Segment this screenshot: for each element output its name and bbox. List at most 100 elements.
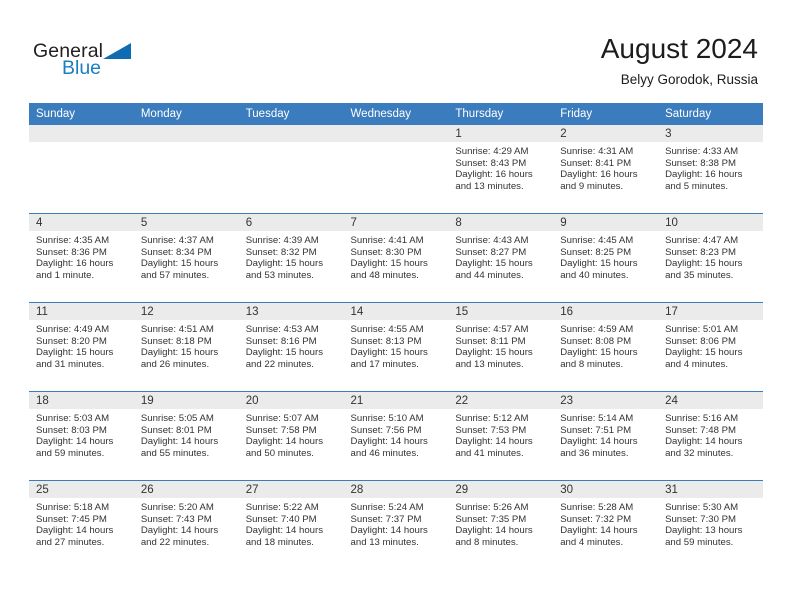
daylight-text-line1: Daylight: 15 hours: [350, 347, 428, 359]
sunrise-text: Sunrise: 5:20 AM: [140, 502, 214, 513]
day-cell-details: Sunrise: 4:33 AM Sunset: 8:38 PM Daylight:…: [658, 142, 763, 192]
calendar-day-cell[interactable]: 20 Sunrise: 5:07 AM Sunset: 7:58 PM Dayligh…: [238, 391, 344, 481]
day-cell-details: Sunrise: 4:47 AM Sunset: 8:23 PM Daylight:…: [658, 231, 763, 281]
daylight-text-line2: and 8 minutes.: [455, 536, 519, 548]
sunset-text: Sunset: 8:23 PM: [665, 246, 736, 258]
daylight-text-line2: and 4 minutes.: [665, 358, 728, 370]
calendar-day-cell[interactable]: 5 Sunrise: 4:37 AM Sunset: 8:34 PM Daylight…: [133, 213, 239, 303]
day-cell-inner: 4 Sunrise: 4:35 AM Sunset: 8:36 PM Daylight…: [29, 214, 134, 302]
sunset-text: Sunset: 8:01 PM: [140, 424, 212, 436]
sunset-text: Sunset: 7:51 PM: [560, 424, 632, 436]
calendar-day-cell[interactable]: 2 Sunrise: 4:31 AM Sunset: 8:41 PM Daylight…: [553, 125, 659, 214]
sunrise-text: Sunrise: 4:59 AM: [560, 324, 634, 335]
calendar-day-cell[interactable]: 31 Sunrise: 5:30 AM Sunset: 7:30 PM Dayligh…: [658, 480, 763, 569]
day-cell-inner: 5 Sunrise: 4:37 AM Sunset: 8:34 PM Daylight…: [133, 214, 239, 302]
sunrise-text: Sunrise: 4:47 AM: [665, 235, 739, 246]
day-cell-details: Sunrise: 5:20 AM Sunset: 7:43 PM Daylight:…: [134, 498, 239, 548]
calendar-day-cell[interactable]: 22 Sunrise: 5:12 AM Sunset: 7:53 PM Dayligh…: [448, 391, 554, 481]
calendar-day-cell[interactable]: 3 Sunrise: 4:33 AM Sunset: 8:38 PM Daylight…: [658, 125, 763, 214]
calendar-day-cell[interactable]: 17 Sunrise: 5:01 AM Sunset: 8:06 PM Dayligh…: [658, 302, 763, 392]
sunset-text: Sunset: 8:30 PM: [350, 246, 422, 258]
daylight-text-line1: Daylight: 14 hours: [245, 436, 324, 448]
calendar-day-cell[interactable]: 13 Sunrise: 4:53 AM Sunset: 8:16 PM Dayligh…: [238, 302, 344, 392]
sunset-text: Sunset: 7:40 PM: [245, 513, 317, 525]
day-number: 3: [658, 125, 763, 142]
daylight-text-line2: and 4 minutes.: [560, 536, 624, 548]
sunrise-text: Sunrise: 5:14 AM: [560, 413, 634, 424]
day-number: 15: [448, 303, 554, 320]
calendar-header-row: Sunday Monday Tuesday Wednesday Thursday…: [29, 103, 763, 125]
sunset-text: Sunset: 7:58 PM: [245, 424, 317, 436]
calendar-day-cell[interactable]: 29 Sunrise: 5:26 AM Sunset: 7:35 PM Dayligh…: [448, 480, 554, 569]
day-cell-details: Sunrise: 4:49 AM Sunset: 8:20 PM Daylight:…: [29, 320, 134, 370]
day-number: [343, 125, 449, 142]
daylight-text-line2: and 46 minutes.: [350, 447, 419, 459]
daylight-text-line2: and 59 minutes.: [665, 536, 734, 548]
daylight-text-line1: Daylight: 14 hours: [140, 436, 219, 448]
sunset-text: Sunset: 7:32 PM: [560, 513, 632, 525]
daylight-text-line1: Daylight: 14 hours: [665, 436, 743, 448]
calendar-day-cell[interactable]: 1 Sunrise: 4:29 AM Sunset: 8:43 PM Daylight…: [448, 125, 554, 214]
weekday-header-monday: Monday: [133, 103, 239, 125]
day-cell-details: Sunrise: 4:41 AM Sunset: 8:30 PM Daylight:…: [344, 231, 449, 281]
day-cell-inner: 2 Sunrise: 4:31 AM Sunset: 8:41 PM Daylight…: [553, 125, 659, 213]
calendar-day-cell[interactable]: 6 Sunrise: 4:39 AM Sunset: 8:32 PM Daylight…: [238, 213, 344, 303]
sunset-text: Sunset: 8:20 PM: [36, 335, 107, 347]
calendar-day-cell[interactable]: 23 Sunrise: 5:14 AM Sunset: 7:51 PM Dayligh…: [553, 391, 659, 481]
sunrise-text: Sunrise: 4:35 AM: [36, 235, 110, 246]
calendar-day-cell[interactable]: 4 Sunrise: 4:35 AM Sunset: 8:36 PM Daylight…: [29, 213, 134, 303]
day-number: 30: [553, 481, 659, 498]
day-number: 26: [133, 481, 239, 498]
day-number: 5: [133, 214, 239, 231]
day-cell-details: Sunrise: 5:01 AM Sunset: 8:06 PM Daylight:…: [658, 320, 763, 370]
day-cell-inner: 12 Sunrise: 4:51 AM Sunset: 8:18 PM Dayligh…: [133, 303, 239, 391]
calendar-day-cell[interactable]: 24 Sunrise: 5:16 AM Sunset: 7:48 PM Dayligh…: [658, 391, 763, 481]
calendar-day-cell[interactable]: 14 Sunrise: 4:55 AM Sunset: 8:13 PM Dayligh…: [343, 302, 449, 392]
daylight-text-line2: and 55 minutes.: [140, 447, 210, 459]
day-cell-details: [344, 142, 449, 146]
sunrise-text: Sunrise: 4:49 AM: [36, 324, 110, 335]
day-cell-details: Sunrise: 4:39 AM Sunset: 8:32 PM Daylight:…: [239, 231, 344, 281]
day-cell-inner: 15 Sunrise: 4:57 AM Sunset: 8:11 PM Dayligh…: [448, 303, 554, 391]
day-number: 10: [658, 214, 763, 231]
sunrise-text: Sunrise: 4:33 AM: [665, 146, 739, 157]
day-cell-inner: 19 Sunrise: 5:05 AM Sunset: 8:01 PM Dayligh…: [133, 392, 239, 480]
calendar-day-cell[interactable]: 10 Sunrise: 4:47 AM Sunset: 8:23 PM Dayligh…: [658, 213, 763, 303]
calendar-day-cell[interactable]: 28 Sunrise: 5:24 AM Sunset: 7:37 PM Dayligh…: [343, 480, 449, 569]
calendar-day-cell[interactable]: 12 Sunrise: 4:51 AM Sunset: 8:18 PM Dayligh…: [133, 302, 239, 392]
calendar-day-cell[interactable]: 27 Sunrise: 5:22 AM Sunset: 7:40 PM Dayligh…: [238, 480, 344, 569]
calendar-day-cell[interactable]: 7 Sunrise: 4:41 AM Sunset: 8:30 PM Daylight…: [343, 213, 449, 303]
calendar-day-cell[interactable]: 21 Sunrise: 5:10 AM Sunset: 7:56 PM Dayligh…: [343, 391, 449, 481]
sunrise-text: Sunrise: 4:57 AM: [455, 324, 529, 335]
day-cell-details: Sunrise: 5:18 AM Sunset: 7:45 PM Daylight:…: [29, 498, 134, 548]
sunset-text: Sunset: 8:11 PM: [455, 335, 526, 347]
day-cell-details: Sunrise: 5:24 AM Sunset: 7:37 PM Daylight:…: [344, 498, 449, 548]
day-number: 24: [658, 392, 763, 409]
sunrise-text: Sunrise: 5:22 AM: [245, 502, 319, 513]
day-number: [238, 125, 344, 142]
calendar-day-cell[interactable]: 8 Sunrise: 4:43 AM Sunset: 8:27 PM Daylight…: [448, 213, 554, 303]
daylight-text-line2: and 22 minutes.: [245, 358, 314, 370]
calendar-day-cell[interactable]: 11 Sunrise: 4:49 AM Sunset: 8:20 PM Dayligh…: [29, 302, 134, 392]
day-cell-inner: 10 Sunrise: 4:47 AM Sunset: 8:23 PM Dayligh…: [658, 214, 763, 302]
calendar-day-cell[interactable]: 15 Sunrise: 4:57 AM Sunset: 8:11 PM Dayligh…: [448, 302, 554, 392]
day-cell-inner: 7 Sunrise: 4:41 AM Sunset: 8:30 PM Daylight…: [343, 214, 449, 302]
day-cell-inner: 11 Sunrise: 4:49 AM Sunset: 8:20 PM Dayligh…: [29, 303, 134, 391]
page-header: General Blue August 2024 Belyy Gorodok, …: [0, 0, 792, 100]
day-number: [133, 125, 239, 142]
calendar-day-cell[interactable]: 16 Sunrise: 4:59 AM Sunset: 8:08 PM Dayligh…: [553, 302, 659, 392]
daylight-text-line1: Daylight: 16 hours: [560, 169, 638, 181]
calendar-day-cell[interactable]: 18 Sunrise: 5:03 AM Sunset: 8:03 PM Dayligh…: [29, 391, 134, 481]
calendar-day-cell[interactable]: 26 Sunrise: 5:20 AM Sunset: 7:43 PM Dayligh…: [133, 480, 239, 569]
calendar-day-cell[interactable]: 30 Sunrise: 5:28 AM Sunset: 7:32 PM Dayligh…: [553, 480, 659, 569]
sunset-text: Sunset: 7:48 PM: [665, 424, 736, 436]
calendar-day-cell: [133, 125, 239, 214]
calendar-day-cell[interactable]: 25 Sunrise: 5:18 AM Sunset: 7:45 PM Dayligh…: [29, 480, 134, 569]
calendar-day-cell: [238, 125, 344, 214]
sunrise-text: Sunrise: 5:24 AM: [350, 502, 424, 513]
daylight-text-line2: and 9 minutes.: [560, 180, 624, 192]
daylight-text-line1: Daylight: 15 hours: [245, 347, 324, 359]
calendar-day-cell[interactable]: 9 Sunrise: 4:45 AM Sunset: 8:25 PM Daylight…: [553, 213, 659, 303]
calendar-day-cell[interactable]: 19 Sunrise: 5:05 AM Sunset: 8:01 PM Dayligh…: [133, 391, 239, 481]
day-cell-details: Sunrise: 5:22 AM Sunset: 7:40 PM Daylight:…: [239, 498, 344, 548]
